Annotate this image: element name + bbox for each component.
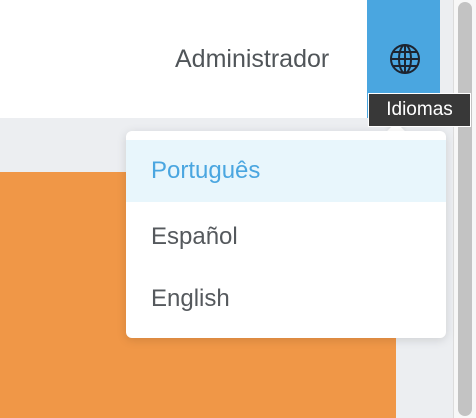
user-name-label[interactable]: Administrador (175, 44, 329, 74)
language-tooltip: Idiomas (368, 93, 471, 127)
language-option-espanol[interactable]: Español (126, 206, 446, 268)
language-dropdown: Português Español English (126, 131, 446, 338)
globe-icon (390, 44, 420, 74)
language-option-portugues[interactable]: Português (126, 140, 446, 202)
language-option-english[interactable]: English (126, 268, 446, 330)
vertical-scrollbar[interactable] (453, 0, 476, 418)
scrollbar-thumb[interactable] (458, 2, 472, 416)
